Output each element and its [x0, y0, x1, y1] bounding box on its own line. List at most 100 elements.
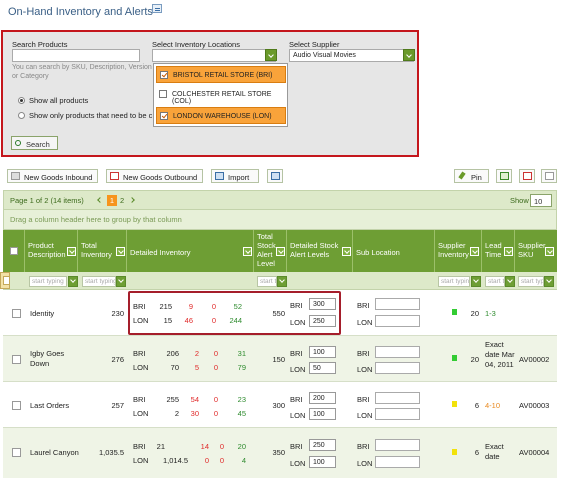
sub-location-code: BRI [357, 301, 370, 310]
filter-button[interactable] [505, 276, 515, 287]
col-total-inventory[interactable]: Total Inventory [78, 230, 127, 272]
filter-menu-icon[interactable] [116, 247, 125, 256]
location-option-label: COLCHESTER RETAIL STORE (COL) [172, 91, 272, 105]
col-supplier-sku[interactable]: Supplier SKU [515, 230, 557, 272]
col-detailed-stock-alert-levels[interactable]: Detailed Stock Alert Levels [287, 230, 353, 272]
alert-level-input-bri[interactable]: 200 [309, 392, 336, 404]
location-option-bri[interactable]: BRISTOL RETAIL STORE (BRI) [156, 66, 286, 83]
search-products-label: Search Products [12, 40, 68, 49]
grid-header: Product Description Total Inventory Deta… [3, 230, 557, 272]
group-panel[interactable]: Drag a column header here to group by th… [3, 210, 557, 230]
radio-show-some-label: Show only products that need to be c [29, 111, 153, 120]
qty-available: 79 [237, 363, 246, 372]
location-option-col[interactable]: COLCHESTER RETAIL STORE (COL) [156, 86, 286, 105]
col-lead-time[interactable]: Lead Time [482, 230, 515, 272]
radio-show-some[interactable] [18, 112, 25, 119]
filter-menu-icon[interactable] [276, 247, 285, 256]
table-row[interactable]: Last Orders 257 BRI 255 54 0 23 LON 2 30… [3, 382, 557, 428]
export-csv-button[interactable] [541, 169, 557, 183]
filter-menu-icon[interactable] [342, 247, 351, 256]
sub-location-code: LON [357, 411, 373, 420]
alert-level-input-bri[interactable]: 100 [309, 346, 336, 358]
sub-location-input[interactable] [375, 439, 420, 451]
filter-button[interactable] [544, 276, 554, 287]
report-icon[interactable] [152, 4, 162, 13]
col-total-stock-alert-level[interactable]: Total Stock Alert Level [254, 230, 287, 272]
filter-sku-input[interactable]: start typing [518, 276, 544, 287]
col-sub-location[interactable]: Sub Location [353, 230, 435, 272]
qty-on-hand: 206 [166, 349, 179, 358]
excel-icon [500, 172, 509, 180]
supplier-inventory: 20 [470, 309, 479, 318]
select-all-checkbox[interactable] [10, 247, 18, 255]
filter-alert-input[interactable]: start t [257, 276, 277, 287]
page-size-select[interactable]: 10 [530, 194, 552, 207]
filter-total-input[interactable]: start typing [82, 276, 116, 287]
table-row[interactable]: Igby Goes Down 276 BRI 206 2 0 31 LON 70… [3, 336, 557, 382]
stock-status-indicator [452, 449, 457, 455]
filter-button[interactable] [68, 276, 78, 287]
sub-location-input[interactable] [375, 392, 420, 404]
sub-location-input[interactable] [375, 298, 420, 310]
alert-level-input-lon[interactable]: 100 [309, 408, 336, 420]
filter-menu-icon[interactable] [67, 247, 76, 256]
row-checkbox[interactable] [12, 401, 21, 410]
col-detailed-inventory[interactable]: Detailed Inventory [127, 230, 254, 272]
supplier-select[interactable]: Audio Visual Movies [289, 49, 414, 62]
pin-button[interactable]: Pin [454, 169, 489, 183]
help-button[interactable] [267, 169, 283, 183]
alert-level-input-lon[interactable]: 50 [309, 362, 336, 374]
filter-menu-icon[interactable] [243, 247, 252, 256]
locations-select[interactable] [152, 49, 276, 62]
search-products-input[interactable] [12, 49, 140, 62]
filter-button[interactable] [277, 276, 287, 287]
alert-level-input-lon[interactable]: 100 [309, 456, 336, 468]
row-checkbox[interactable] [12, 448, 21, 457]
pager-next-page[interactable]: 2 [120, 196, 124, 205]
sub-location-code: LON [357, 318, 373, 327]
checkbox-icon[interactable] [159, 90, 167, 98]
col-product-description[interactable]: Product Description [25, 230, 78, 272]
search-hint: You can search by SKU, Description, Vers… [12, 64, 152, 80]
filter-menu-icon[interactable] [470, 247, 479, 256]
import-button[interactable]: Import [211, 169, 259, 183]
prev-page-icon[interactable] [97, 197, 103, 203]
pager-current[interactable]: 1 [107, 195, 117, 206]
locations-dropdown-button[interactable] [265, 49, 277, 61]
filter-menu-icon[interactable] [545, 247, 554, 256]
sub-location-input[interactable] [375, 315, 420, 327]
lead-time: 1-3 [485, 309, 496, 318]
filter-button[interactable] [116, 276, 126, 287]
supplier-dropdown-button[interactable] [403, 49, 415, 61]
product-description: Last Orders [30, 401, 70, 410]
radio-show-all[interactable] [18, 97, 25, 104]
loc-code: LON [133, 456, 149, 465]
checkbox-icon[interactable] [160, 71, 168, 79]
export-pdf-button[interactable] [519, 169, 535, 183]
side-notes-icon[interactable] [0, 272, 10, 289]
filter-button[interactable] [471, 276, 481, 287]
loc-code: BRI [290, 395, 303, 404]
alert-level-input-bri[interactable]: 250 [309, 439, 336, 451]
next-page-icon[interactable] [129, 197, 135, 203]
sub-location-input[interactable] [375, 456, 420, 468]
location-option-lon[interactable]: LONDON WAREHOUSE (LON) [156, 107, 286, 124]
filter-menu-icon[interactable] [504, 247, 513, 256]
search-button[interactable]: Search [11, 136, 58, 150]
checkbox-icon[interactable] [160, 112, 168, 120]
supplier-sku: AV00002 [519, 355, 550, 364]
table-row[interactable]: Laurel Canyon 1,035.5 BRI 21 14 0 20 LON… [3, 428, 557, 478]
filter-row: start typing start typing start t start … [3, 272, 557, 290]
filter-product-input[interactable]: start typing [29, 276, 67, 287]
sub-location-input[interactable] [375, 346, 420, 358]
row-checkbox[interactable] [12, 309, 21, 318]
sub-location-input[interactable] [375, 408, 420, 420]
new-goods-inbound-button[interactable]: New Goods Inbound [7, 169, 98, 183]
new-goods-outbound-button[interactable]: New Goods Outbound [106, 169, 203, 183]
row-checkbox[interactable] [12, 355, 21, 364]
filter-lead-input[interactable]: start typing [485, 276, 505, 287]
sub-location-input[interactable] [375, 362, 420, 374]
filter-supplier-inv-input[interactable]: start typing [438, 276, 470, 287]
export-excel-button[interactable] [496, 169, 512, 183]
col-supplier-inventory[interactable]: Supplier Inventory [435, 230, 482, 272]
